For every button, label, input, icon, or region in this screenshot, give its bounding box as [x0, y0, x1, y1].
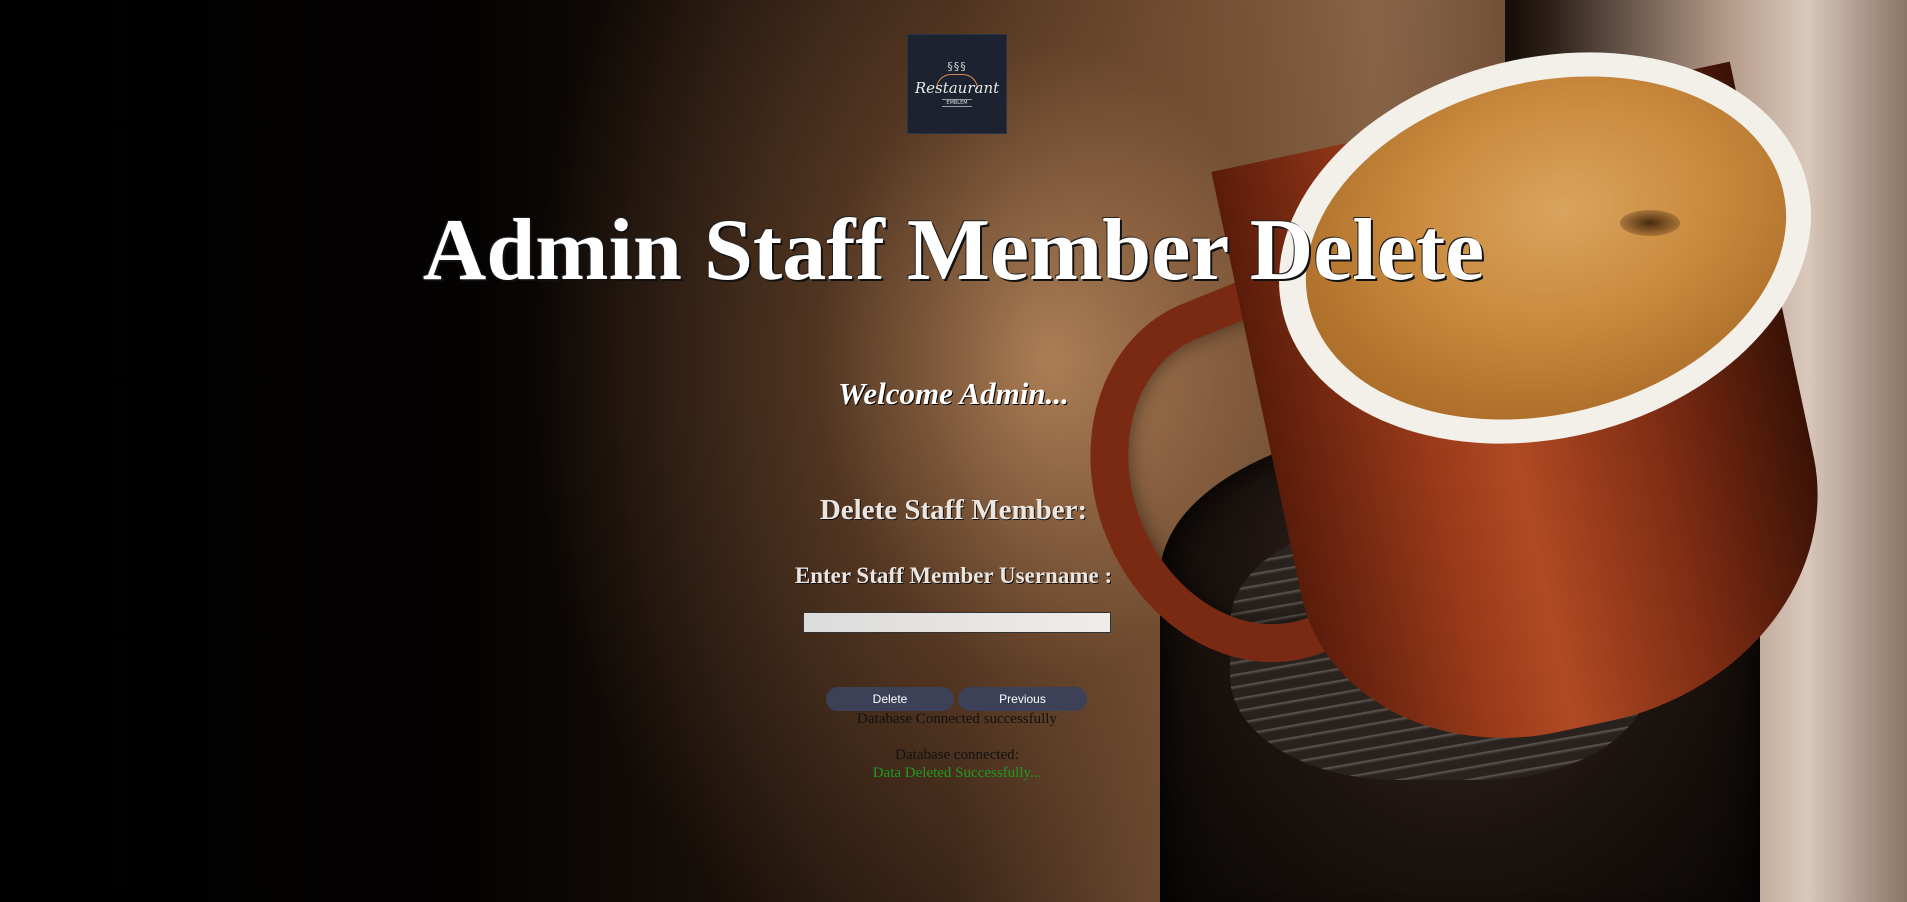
logo-sub-text: EMBLEM [942, 98, 972, 107]
cup-handle-decoration [1036, 244, 1470, 712]
username-label: Enter Staff Member Username : [794, 563, 1113, 588]
page-title: Admin Staff Member Delete [422, 202, 1485, 299]
steam-icon: §§§ [947, 59, 967, 73]
status-db-message: Database connected: [895, 747, 1019, 763]
restaurant-logo: §§§ Restaurant EMBLEM [907, 34, 1007, 134]
previous-button[interactable]: Previous [958, 687, 1087, 711]
logo-script-text: Restaurant [914, 78, 1000, 97]
cup-body-decoration [1211, 61, 1859, 779]
welcome-message: Welcome Admin... [838, 376, 1069, 411]
delete-button[interactable]: Delete [826, 687, 954, 711]
status-connected-message: Database Connected successfully [857, 711, 1057, 727]
username-input[interactable] [803, 612, 1111, 633]
form-heading: Delete Staff Member: [819, 494, 1088, 526]
drip-tray-decoration [1160, 420, 1760, 902]
tray-grill-decoration [1230, 520, 1650, 780]
page-background: §§§ Restaurant EMBLEM Admin Staff Member… [0, 0, 1907, 902]
status-deleted-message: Data Deleted Successfully... [872, 765, 1042, 781]
